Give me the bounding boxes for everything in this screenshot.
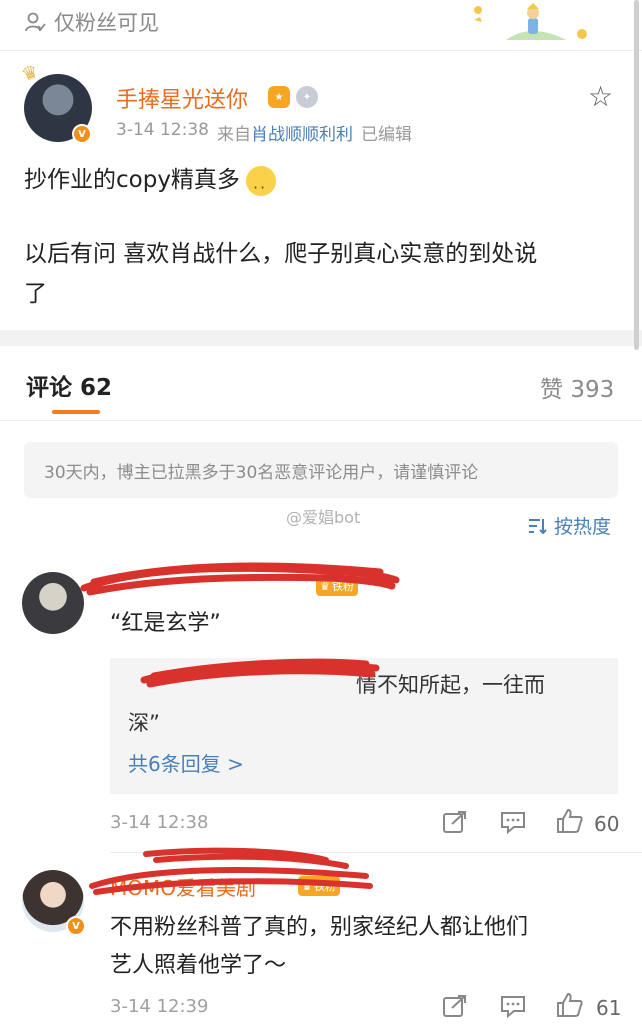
divider (0, 50, 642, 51)
verified-badge-icon: V (72, 124, 92, 144)
verified-badge-icon: V (66, 916, 86, 936)
post-text-line3: 了 (24, 281, 47, 307)
medal-badge-icon: ✦ (296, 86, 318, 108)
edited-label: 已编辑 (360, 125, 412, 145)
source-prefix: 来自 (216, 125, 251, 145)
comment-time: 3-14 12:39 (110, 996, 209, 1017)
tab-comments[interactable]: 评论 62 (26, 368, 112, 402)
watermark: @爱娼bot (286, 508, 361, 527)
view-replies-link[interactable]: 共6条回复 > (128, 748, 244, 777)
comment-text: “红是玄学” (110, 611, 221, 636)
person-icon (25, 12, 46, 32)
decoration-illustration (474, 3, 587, 40)
post-text-line1: 抄作业的copy精真多 (24, 160, 624, 208)
favorite-star-icon[interactable]: ☆ (588, 80, 613, 113)
comment-time: 3-14 12:38 (110, 812, 209, 833)
scrollbar[interactable] (634, 0, 639, 350)
comment-icon[interactable] (500, 994, 526, 1018)
iron-fan-badge: ♛ 铁粉 (298, 876, 340, 896)
visibility-row: 仅粉丝可见 (24, 6, 159, 38)
flushed-emoji-icon (245, 165, 276, 208)
comment-notice: 30天内，博主已拉黑多于30名恶意评论用户，请谨慎评论 (24, 442, 618, 498)
divider (0, 420, 642, 421)
comment-icon[interactable] (500, 810, 526, 834)
like-count: 60 (594, 812, 620, 836)
sort-by-hot-button[interactable]: 按热度 (528, 512, 611, 539)
like-icon[interactable] (556, 992, 584, 1018)
commenter-avatar[interactable] (22, 572, 84, 634)
visibility-label: 仅粉丝可见 (54, 11, 159, 35)
post-text-line2: 以后有问 喜欢肖战什么，爬子别真心实意的到处说 (24, 241, 538, 267)
share-icon[interactable] (442, 810, 468, 834)
post-time: 3-14 12:38 (116, 120, 209, 140)
author-name[interactable]: 手捧星光送你 (116, 82, 248, 114)
fan-level-badge-icon: ★ (268, 86, 290, 108)
post-meta: 3-14 12:38 来自肖战顺顺利利 已编辑 (116, 120, 412, 145)
source-link[interactable]: 肖战顺顺利利 (251, 125, 353, 145)
like-count: 61 (596, 996, 622, 1020)
tab-likes[interactable]: 赞 393 (540, 370, 614, 404)
commenter-name-redacted[interactable] (110, 572, 310, 600)
comment-text-line2: 艺人照着他学了～ (110, 953, 287, 978)
section-separator (0, 330, 642, 346)
comment-text-line1: 不用粉丝科普了真的，别家经纪人都让他们 (110, 915, 529, 940)
like-icon[interactable] (556, 808, 584, 834)
active-tab-indicator (52, 410, 100, 414)
share-icon[interactable] (442, 994, 468, 1018)
reply-preview-text: 情不知所起，一往而 深” (128, 673, 545, 735)
commenter-name[interactable]: MOMO爱看美剧 (110, 872, 256, 901)
sort-icon (529, 518, 547, 534)
iron-fan-badge: ♛ 铁粉 (316, 576, 358, 596)
divider (110, 852, 642, 853)
